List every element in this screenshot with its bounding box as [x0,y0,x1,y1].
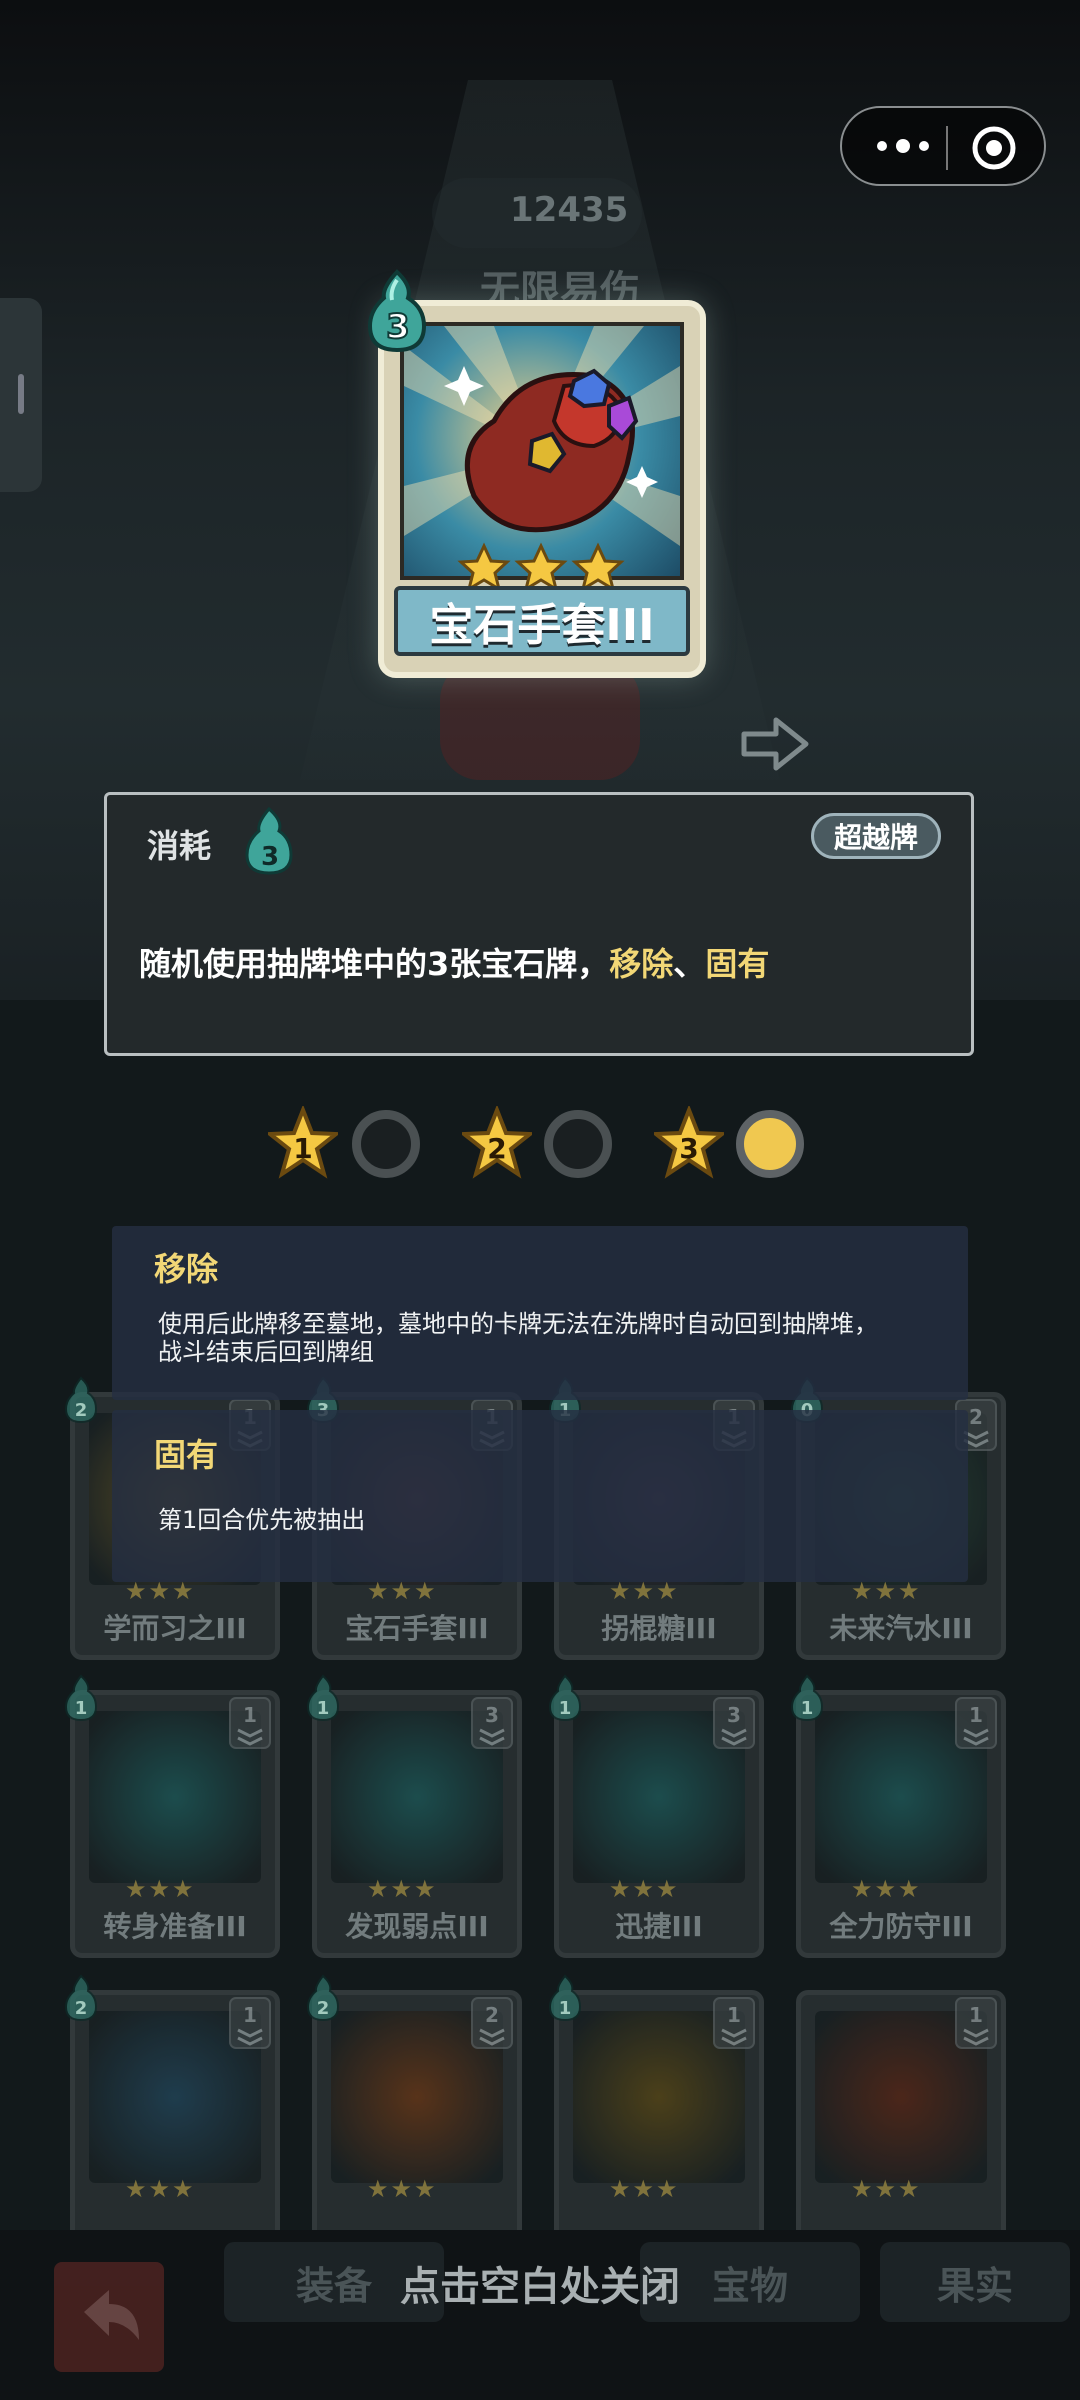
deck-card-cost: 1 [75,1698,88,1719]
deck-card-name: 迅捷III [615,1910,703,1943]
deck-card-count: 2 [969,1405,983,1429]
upgrade-level-3: 3 [679,1132,698,1165]
deck-card-count: 2 [485,2003,499,2027]
deck-card-cost-icon: 1 [548,1974,582,2022]
deck-card-count-icon: 3 [713,1697,755,1749]
deck-card-count: 1 [243,1703,257,1727]
description-text: 随机使用抽牌堆中的3张宝石牌， [139,945,610,983]
deck-card-cost-icon: 1 [790,1674,824,1722]
upgrade-slot-2[interactable] [544,1110,612,1178]
keyword-desc-line: 使用后此牌移至墓地，墓地中的卡牌无法在洗牌时自动回到抽牌堆， [158,1310,878,1338]
card-cost-value: 3 [386,307,410,347]
card-name-bar: 宝石手套III [394,586,690,656]
deck-card-cost: 2 [75,1998,88,2019]
deck-card-stars: ★★★ [851,1875,922,1903]
keyword-remove[interactable]: 移除 [609,945,673,983]
deck-card-count-icon: 3 [471,1697,513,1749]
deck-card-cost-icon: 1 [306,1674,340,1722]
deck-card-stars: ★★★ [125,2175,196,2203]
deck-card-name: 学而习之III [103,1612,247,1645]
deck-card-stars: ★★★ [367,2175,438,2203]
deck-card-count-icon: 1 [229,1997,271,2049]
keyword-box-innate: 固有 第1回合优先被抽出 [112,1410,968,1582]
deck-card-cost: 2 [317,1998,330,2019]
deck-card-count: 3 [727,1703,741,1727]
deck-card-name: 未来汽水III [829,1612,973,1645]
keyword-title: 移除 [154,1250,219,1288]
keyword-innate[interactable]: 固有 [705,945,769,983]
deck-card-cost-icon: 1 [64,1674,98,1722]
keyword-box-remove: 移除 使用后此牌移至墓地，墓地中的卡牌无法在洗牌时自动回到抽牌堆， 战斗结束后回… [112,1226,968,1400]
close-hint[interactable]: 点击空白处关闭 [0,2254,1080,2312]
upgrade-star-2[interactable]: 2 [462,1106,532,1186]
deck-card-stars: ★★★ [125,1875,196,1903]
gem-gauntlet-illustration [404,326,680,546]
deck-card-stars: ★★★ [851,2175,922,2203]
deck-card-cost: 1 [559,1698,572,1719]
card-tag-badge: 超越牌 [811,813,941,859]
deck-card-cost-icon: 1 [548,1674,582,1722]
deck-card-count-icon: 2 [471,1997,513,2049]
energy-drop-icon: 3 [245,806,293,875]
deck-card-name: 全力防守III [829,1910,973,1943]
deck-card-count-icon: 1 [713,1997,755,2049]
keyword-description: 第1回合优先被抽出 [158,1506,938,1534]
deck-card-stars: ★★★ [609,1875,680,1903]
upgrade-star-3[interactable]: 3 [654,1106,724,1186]
deck-card-cost: 1 [317,1698,330,1719]
cost-label: 消耗 [147,827,212,865]
deck-card-count: 1 [243,2003,257,2027]
deck-card-count: 1 [727,2003,741,2027]
deck-card-cost: 2 [75,1400,88,1421]
upgrade-level-1: 1 [293,1132,312,1165]
deck-card-name: 转身准备III [103,1910,247,1943]
close-miniprogram-icon[interactable] [970,124,1018,172]
deck-card-cost: 1 [801,1698,814,1719]
character-silhouette [440,660,640,780]
deck-card-count-icon: 1 [229,1697,271,1749]
deck-card-count: 1 [969,2003,983,2027]
deck-card-name: 宝石手套III [345,1612,489,1645]
energy-cost-icon: 3 [367,269,427,353]
keyword-description: 使用后此牌移至墓地，墓地中的卡牌无法在洗牌时自动回到抽牌堆， 战斗结束后回到牌组 [158,1310,938,1366]
card-description-panel: 消耗 3 超越牌 随机使用抽牌堆中的3张宝石牌，移除、固有 [104,792,974,1056]
deck-card-stars: ★★★ [609,2175,680,2203]
deck-card-count: 3 [485,1703,499,1727]
deck-card-cost: 1 [559,1998,572,2019]
more-options-icon[interactable] [868,128,938,164]
currency-value: 12435 [510,190,629,230]
deck-card-count-icon: 1 [955,1697,997,1749]
deck-card-count-icon: 1 [955,1997,997,2049]
upgrade-slot-1[interactable] [352,1110,420,1178]
mini-program-capsule [840,106,1046,186]
deck-card-cost-icon: 2 [306,1974,340,2022]
desc-cost-value: 3 [261,842,279,872]
upgrade-level-2: 2 [487,1132,506,1165]
selected-card: 宝石手套III 3 [367,269,706,678]
arrow-right-icon [741,717,809,771]
upgrade-star-1[interactable]: 1 [268,1106,338,1186]
deck-card-name: 发现弱点III [345,1910,489,1943]
card-stars [457,542,625,592]
deck-card-cost-icon: 2 [64,1974,98,2022]
keyword-title: 固有 [154,1436,219,1474]
capsule-divider [946,126,948,170]
deck-card-count: 1 [969,1703,983,1727]
deck-card-cost-icon: 2 [64,1376,98,1424]
keyword-desc-line: 第1回合优先被抽出 [158,1506,366,1534]
keyword-separator: 、 [673,945,706,983]
deck-card-stars: ★★★ [367,1875,438,1903]
card-description: 随机使用抽牌堆中的3张宝石牌，移除、固有 [139,939,769,985]
side-drawer-handle[interactable] [0,298,42,492]
upgrade-slot-3[interactable] [736,1110,804,1178]
keyword-desc-line: 战斗结束后回到牌组 [158,1338,374,1366]
deck-card-name: 拐棍糖III [601,1612,717,1645]
card-name: 宝石手套III [429,600,655,651]
